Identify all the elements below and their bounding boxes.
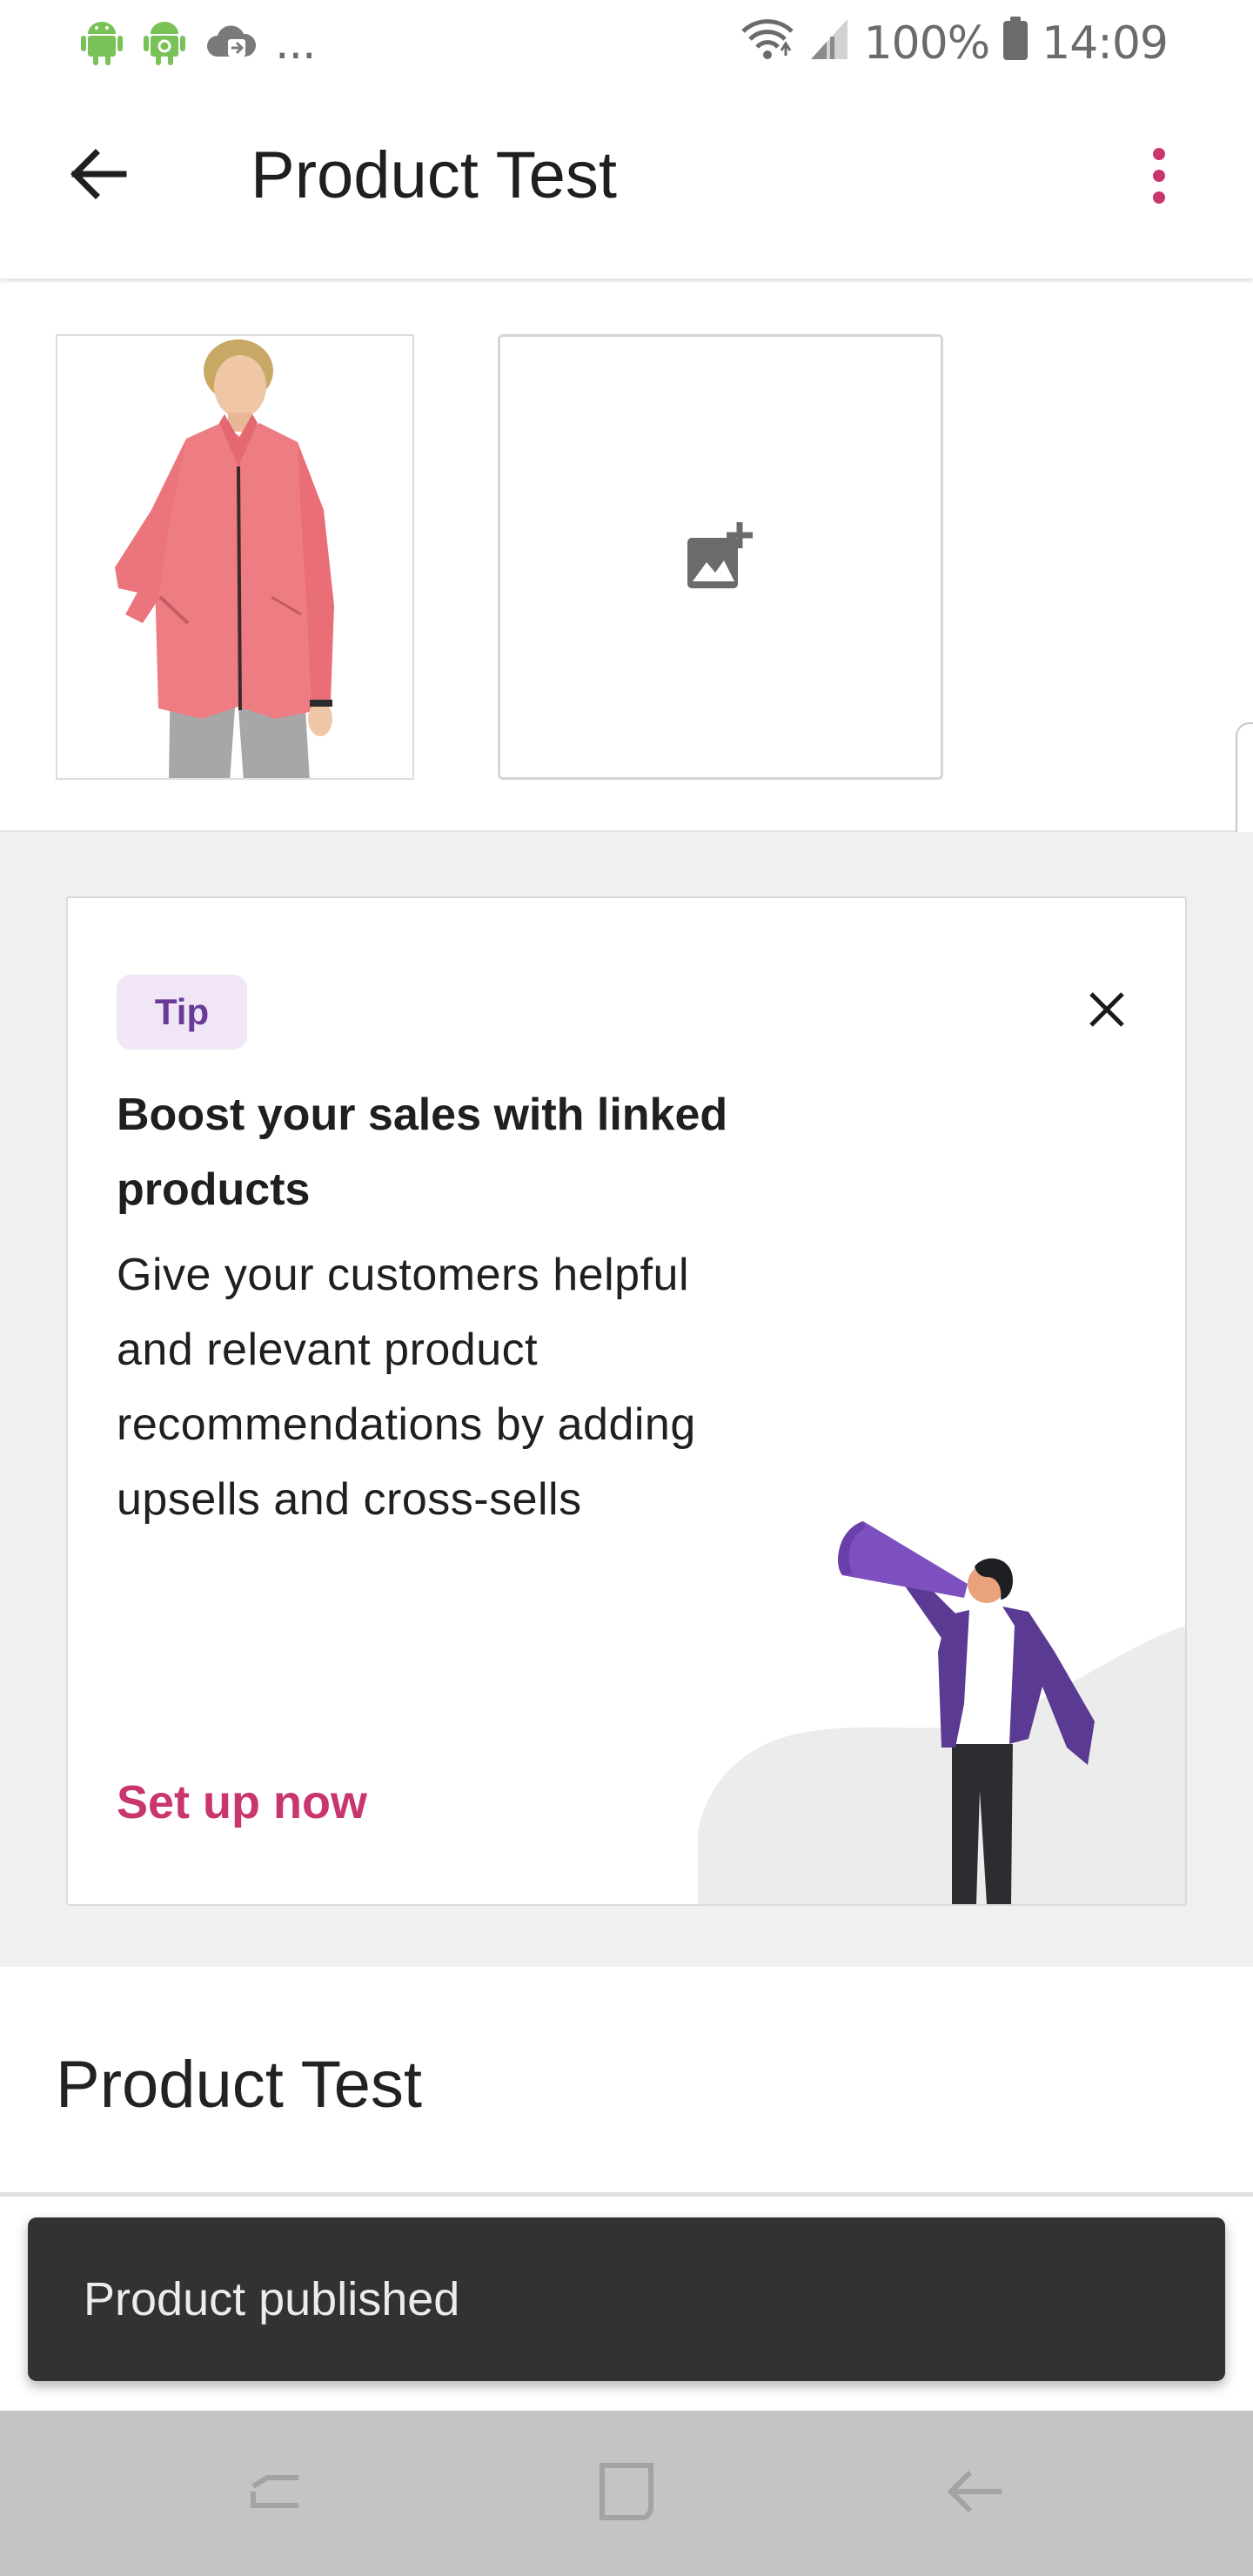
linked-products-tip-card: Tip Boost your sales with linked product… xyxy=(66,896,1187,1906)
dismiss-tip-button[interactable] xyxy=(1063,968,1150,1055)
status-system: 100% 14:09 xyxy=(740,15,1169,73)
set-up-now-button[interactable]: Set up now xyxy=(117,1775,367,1829)
arrow-back-icon xyxy=(66,146,129,206)
megaphone-illustration xyxy=(698,1521,1185,1904)
tip-title: Boost your sales with linked products xyxy=(117,1090,728,1215)
product-image-thumbnail[interactable] xyxy=(56,334,414,780)
more-vert-icon xyxy=(1153,148,1165,160)
android-icon xyxy=(80,18,124,70)
system-nav-bar xyxy=(0,2411,1253,2576)
back-nav-icon xyxy=(944,2460,1007,2527)
product-name-section[interactable]: Product Test xyxy=(0,1967,1253,2195)
add-photo-icon xyxy=(684,519,757,596)
battery-icon xyxy=(1002,15,1029,73)
recent-apps-icon xyxy=(245,2460,307,2527)
product-name: Product Test xyxy=(56,2048,423,2122)
product-image-gallery xyxy=(0,278,1253,832)
tip-body: Give your customers helpful and relevant… xyxy=(117,1250,696,1525)
wifi-icon xyxy=(740,16,795,72)
add-image-button[interactable] xyxy=(498,334,943,780)
overflow-indicator: ... xyxy=(275,17,317,70)
snackbar-message: Product published xyxy=(84,2273,460,2325)
product-photo xyxy=(57,336,412,778)
page-title: Product Test xyxy=(251,138,618,212)
clock: 14:09 xyxy=(1042,17,1169,70)
android-icon xyxy=(143,18,186,70)
app-bar: Product Test xyxy=(0,87,1253,278)
home-icon xyxy=(595,2460,658,2527)
more-options-button[interactable] xyxy=(1114,129,1204,223)
battery-percent: 100% xyxy=(863,17,990,70)
home-button[interactable] xyxy=(579,2445,674,2541)
status-bar: ... 100% 14:09 xyxy=(0,0,1253,87)
recent-apps-button[interactable] xyxy=(228,2445,324,2541)
tip-section: Tip Boost your sales with linked product… xyxy=(0,832,1253,1967)
back-nav-button[interactable] xyxy=(928,2445,1023,2541)
status-notifications: ... xyxy=(80,16,317,71)
back-button[interactable] xyxy=(52,131,143,221)
close-icon xyxy=(1088,990,1126,1033)
signal-icon xyxy=(807,16,851,72)
tip-badge: Tip xyxy=(117,975,247,1050)
snackbar: Product published xyxy=(28,2217,1225,2381)
cloud-sync-icon xyxy=(205,22,257,66)
